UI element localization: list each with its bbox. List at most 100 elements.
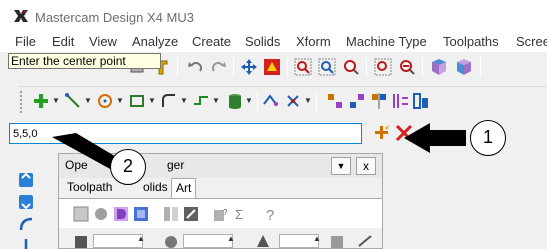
menu-create[interactable]: Create [192, 34, 231, 49]
line-icon[interactable] [64, 92, 82, 110]
scale-icon[interactable] [412, 92, 430, 110]
toolbar-separator [422, 57, 423, 77]
view-front-icon[interactable] [18, 194, 34, 210]
post-icon[interactable] [183, 206, 199, 222]
left-toolbar [0, 150, 60, 249]
panel-toolbar-row: ▲ ▲ ▲ [59, 232, 382, 249]
offset-icon[interactable] [392, 92, 410, 110]
menu-analyze[interactable]: Analyze [132, 34, 178, 49]
tab-art[interactable]: Art [171, 178, 197, 198]
help-icon[interactable]: ? [263, 206, 279, 222]
chevron-down-icon[interactable]: ▼ [84, 96, 92, 105]
panel-field[interactable] [93, 234, 143, 248]
translate-icon[interactable] [326, 92, 344, 110]
panel-header: Ope ger ▼ x [59, 154, 382, 178]
chevron-down-icon[interactable]: ▼ [304, 96, 312, 105]
toolbar-grip[interactable] [20, 91, 23, 113]
menu-toolpaths[interactable]: Toolpaths [443, 34, 499, 49]
sum-icon[interactable]: Σ [233, 206, 249, 222]
fit-icon[interactable] [263, 58, 281, 76]
panel-menu-button[interactable]: ▼ [331, 157, 351, 175]
title-bar: Mastercam Design X4 MU3 [0, 0, 547, 30]
verify-icon[interactable] [163, 206, 179, 222]
svg-text:?: ? [223, 208, 228, 217]
spline-icon[interactable] [192, 92, 210, 110]
chevron-down-icon[interactable]: ▼ [245, 96, 253, 105]
toolbar-separator [366, 57, 367, 77]
toolbar-separator [233, 57, 234, 77]
svg-text:?: ? [266, 207, 274, 222]
svg-text:Σ: Σ [235, 207, 243, 222]
expand-icon[interactable] [357, 234, 373, 248]
chevron-down-icon[interactable]: ▼ [148, 96, 156, 105]
rectangle-icon[interactable] [128, 92, 146, 110]
panel-title: Ope [65, 158, 88, 172]
move-icon[interactable] [255, 234, 271, 248]
chevron-down-icon[interactable]: ▼ [180, 96, 188, 105]
regenerate-icon[interactable] [113, 206, 129, 222]
chevron-up-icon[interactable]: ▲ [313, 234, 321, 243]
fast-point-icon[interactable] [373, 124, 391, 142]
xform-icon[interactable] [284, 92, 302, 110]
backplot-icon[interactable] [133, 206, 149, 222]
tooltip: Enter the center point [8, 53, 161, 69]
redo-icon[interactable] [210, 58, 228, 76]
toolbar-separator [316, 91, 317, 111]
gview-iso-icon[interactable] [455, 58, 473, 76]
mirror-icon[interactable] [370, 92, 388, 110]
list-icon[interactable] [329, 234, 345, 248]
panel-close-button[interactable]: x [356, 157, 376, 175]
chevron-up-icon[interactable]: ▲ [137, 234, 145, 243]
menu-screen[interactable]: Scree [516, 34, 547, 49]
panel-toolbar: ? Σ ? [59, 198, 382, 228]
chevron-down-icon[interactable]: ▼ [212, 96, 220, 105]
toolbar-separator [480, 57, 481, 77]
autocursor-icon[interactable] [395, 124, 413, 142]
zoom-window-icon[interactable] [294, 58, 312, 76]
menu-file[interactable]: File [15, 34, 36, 49]
chevron-down-icon[interactable]: ▼ [52, 96, 60, 105]
tab-solids[interactable]: olids [139, 178, 172, 198]
menu-edit[interactable]: Edit [52, 34, 74, 49]
zoom-out-icon[interactable] [374, 58, 392, 76]
view-top-icon[interactable] [18, 172, 34, 188]
coordinate-input[interactable] [9, 123, 362, 144]
circle-icon[interactable] [96, 92, 114, 110]
trim-icon[interactable] [262, 92, 280, 110]
toolbar-separator [177, 57, 178, 77]
callout-two: 2 [110, 149, 146, 185]
chevron-down-icon[interactable]: ▼ [116, 96, 124, 105]
toolbar-separator [287, 57, 288, 77]
unzoom-icon[interactable] [398, 58, 416, 76]
rotate-icon[interactable] [348, 92, 366, 110]
mastercam-logo-icon [14, 10, 28, 22]
select-all-icon[interactable] [73, 206, 89, 222]
tab-toolpaths[interactable]: Toolpath [63, 178, 116, 198]
solid-cylinder-icon[interactable] [226, 92, 244, 110]
select-icon[interactable] [93, 206, 109, 222]
zoom-in-icon[interactable] [342, 58, 360, 76]
panel-title-suffix: ger [167, 158, 185, 172]
highfeed-icon[interactable]: ? [213, 206, 229, 222]
operations-manager-panel: Ope ger ▼ x Toolpath olids Art ? Σ ? ▲ ▲… [58, 153, 383, 249]
arc-icon[interactable] [18, 216, 34, 232]
menu-solids[interactable]: Solids [245, 34, 280, 49]
fillet-icon[interactable] [160, 92, 178, 110]
arrow-one [404, 123, 466, 153]
create-point-icon[interactable] [32, 92, 50, 110]
pan-icon[interactable] [240, 58, 258, 76]
undo-icon[interactable] [186, 58, 204, 76]
menu-bar: File Edit View Analyze Create Solids Xfo… [0, 30, 547, 52]
callout-one: 1 [470, 120, 506, 156]
zoom-target-icon[interactable] [318, 58, 336, 76]
toolpath-icon[interactable] [163, 234, 179, 248]
panel-field[interactable] [183, 234, 233, 248]
menu-xform[interactable]: Xform [296, 34, 331, 49]
menu-view[interactable]: View [89, 34, 117, 49]
lock-icon[interactable] [73, 234, 89, 248]
menu-machine-type[interactable]: Machine Type [346, 34, 427, 49]
chevron-up-icon[interactable]: ▲ [227, 234, 235, 243]
line-vertical-icon[interactable] [18, 238, 34, 249]
gview-top-icon[interactable] [430, 58, 448, 76]
toolbar-separator [257, 91, 258, 111]
